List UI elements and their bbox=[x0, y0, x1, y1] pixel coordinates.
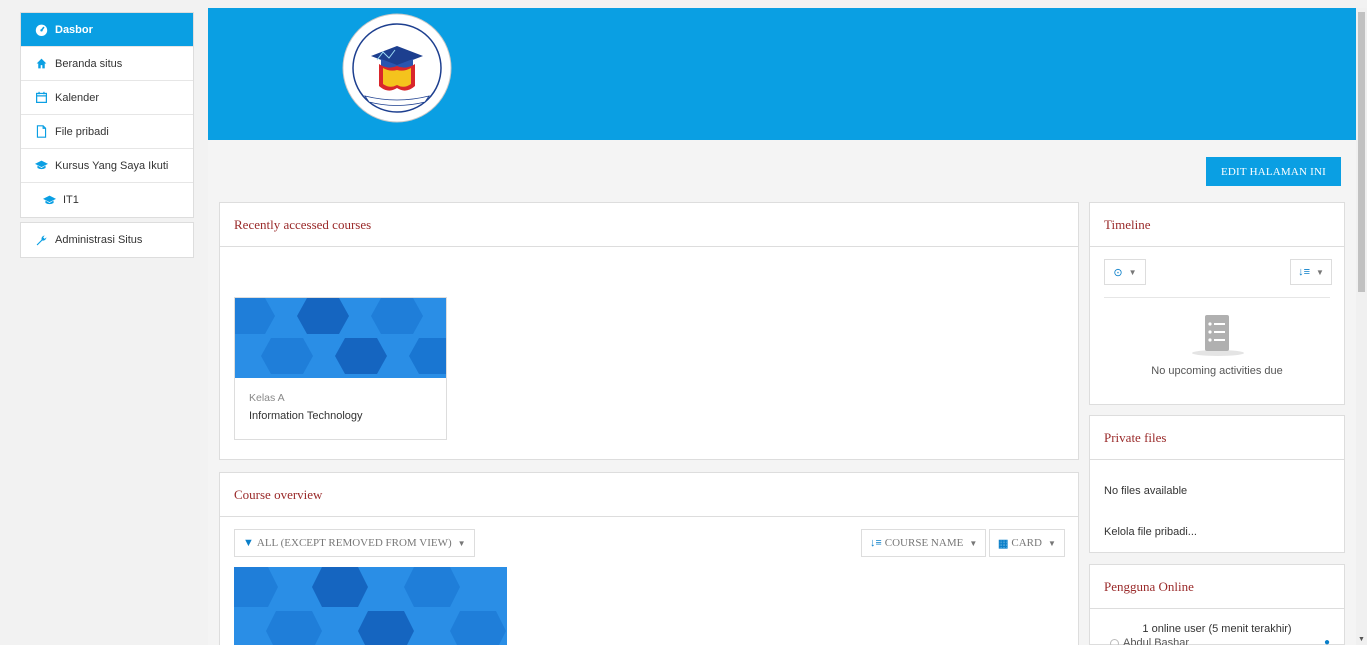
recent-course-card[interactable]: Kelas A Information Technology bbox=[234, 297, 447, 440]
course-image bbox=[235, 298, 446, 378]
online-user-name: Abdul Bashar bbox=[1123, 637, 1190, 645]
recent-courses-title: Recently accessed courses bbox=[220, 203, 1078, 247]
filter-label: ALL (EXCEPT REMOVED FROM VIEW) bbox=[256, 537, 452, 549]
course-pattern-icon bbox=[224, 567, 507, 645]
private-files-title: Private files bbox=[1090, 416, 1344, 460]
timeline-title: Timeline bbox=[1090, 203, 1344, 247]
sidebar-main-group: Dasbor Beranda situs Kalender File priba… bbox=[20, 12, 194, 218]
overview-course-card[interactable] bbox=[224, 567, 507, 645]
home-icon bbox=[36, 58, 47, 69]
graduation-cap-icon bbox=[43, 195, 56, 204]
private-files-empty-text: No files available bbox=[1104, 485, 1188, 497]
online-users-summary: 1 online user (5 menit terakhir) bbox=[1142, 623, 1292, 635]
sidebar-item-kursus[interactable]: Kursus Yang Saya Ikuti bbox=[21, 149, 193, 183]
calendar-icon bbox=[36, 91, 47, 103]
wrench-icon bbox=[36, 235, 47, 245]
avatar bbox=[1110, 638, 1119, 645]
stikes-logo bbox=[342, 13, 452, 123]
sort-label: COURSE NAME bbox=[884, 537, 964, 549]
dashboard-icon bbox=[35, 24, 48, 36]
view-label: CARD bbox=[1011, 537, 1042, 549]
chevron-down-icon: ▼ bbox=[1128, 267, 1137, 277]
empty-list-icon bbox=[1192, 315, 1244, 356]
sidebar-item-beranda-situs[interactable]: Beranda situs bbox=[21, 47, 193, 81]
chevron-down-icon: ▼ bbox=[1316, 267, 1324, 277]
timeline-empty-text: No upcoming activities due bbox=[1151, 365, 1283, 377]
grid-icon: ▦ bbox=[998, 537, 1009, 550]
filter-icon: ▼ bbox=[243, 537, 254, 549]
main-content: EDIT HALAMAN INI Recently accessed cours… bbox=[208, 8, 1356, 645]
file-icon bbox=[36, 125, 47, 138]
message-icon[interactable]: ● bbox=[1324, 637, 1330, 645]
sidebar-item-label: File pribadi bbox=[55, 125, 109, 138]
timeline-divider bbox=[1104, 297, 1330, 298]
header-banner bbox=[208, 8, 1356, 140]
sidebar-item-label: Dasbor bbox=[55, 23, 93, 36]
sidebar-item-label: Kursus Yang Saya Ikuti bbox=[55, 159, 169, 172]
edit-page-button[interactable]: EDIT HALAMAN INI bbox=[1206, 157, 1341, 186]
timeline-sort-button[interactable]: ↓≡ ▼ bbox=[1290, 259, 1332, 285]
sidebar-item-administrasi[interactable]: Administrasi Situs bbox=[21, 223, 193, 257]
sort-icon: ↓≡ bbox=[870, 537, 882, 549]
course-overview-block: Course overview ▼ ALL (EXCEPT REMOVED FR… bbox=[219, 472, 1079, 645]
sidebar-item-label: Kalender bbox=[55, 91, 100, 104]
online-user-item[interactable]: Abdul Bashar bbox=[1110, 637, 1189, 645]
scroll-down-arrow-icon[interactable]: ▼ bbox=[1358, 636, 1365, 643]
sidebar-admin-group: Administrasi Situs bbox=[20, 222, 194, 258]
scrollbar-thumb[interactable] bbox=[1358, 12, 1365, 292]
course-name-link[interactable]: Information Technology bbox=[249, 410, 432, 422]
timeline-filter-button[interactable]: ⊙ ▼ bbox=[1104, 259, 1146, 285]
sidebar-nav: Dasbor Beranda situs Kalender File priba… bbox=[20, 12, 194, 262]
graduation-cap-icon bbox=[35, 160, 48, 170]
chevron-down-icon: ▼ bbox=[969, 538, 978, 548]
timeline-block: Timeline ⊙ ▼ ↓≡ ▼ No upcoming activities d… bbox=[1089, 202, 1345, 405]
online-users-block: Pengguna Online 1 online user (5 menit t… bbox=[1089, 564, 1345, 645]
clock-icon: ⊙ bbox=[1113, 266, 1123, 279]
chevron-down-icon: ▼ bbox=[1047, 538, 1056, 548]
private-files-block: Private files No files available Kelola … bbox=[1089, 415, 1345, 553]
course-category: Kelas A bbox=[249, 392, 285, 404]
course-view-dropdown[interactable]: ▦ CARD ▼ bbox=[989, 529, 1065, 557]
sidebar-item-label: Beranda situs bbox=[55, 57, 123, 70]
course-overview-title: Course overview bbox=[220, 473, 1078, 517]
sidebar-item-it1[interactable]: IT1 bbox=[21, 183, 193, 217]
page-scrollbar[interactable]: ▼ bbox=[1356, 8, 1367, 645]
online-users-title: Pengguna Online bbox=[1090, 565, 1344, 609]
course-pattern-icon bbox=[235, 298, 446, 378]
sidebar-item-label: Administrasi Situs bbox=[55, 234, 143, 246]
manage-private-files-link[interactable]: Kelola file pribadi... bbox=[1104, 526, 1197, 538]
sidebar-item-file-pribadi[interactable]: File pribadi bbox=[21, 115, 193, 149]
sort-icon: ↓≡ bbox=[1298, 266, 1310, 278]
sidebar-item-label: IT1 bbox=[63, 194, 79, 206]
sidebar-item-dasbor[interactable]: Dasbor bbox=[21, 13, 193, 47]
chevron-down-icon: ▼ bbox=[457, 538, 466, 548]
course-filter-dropdown[interactable]: ▼ ALL (EXCEPT REMOVED FROM VIEW) ▼ bbox=[234, 529, 475, 557]
sidebar-item-kalender[interactable]: Kalender bbox=[21, 81, 193, 115]
course-sort-dropdown[interactable]: ↓≡ COURSE NAME ▼ bbox=[861, 529, 987, 557]
recent-courses-block: Recently accessed courses Kelas A Inform… bbox=[219, 202, 1079, 460]
